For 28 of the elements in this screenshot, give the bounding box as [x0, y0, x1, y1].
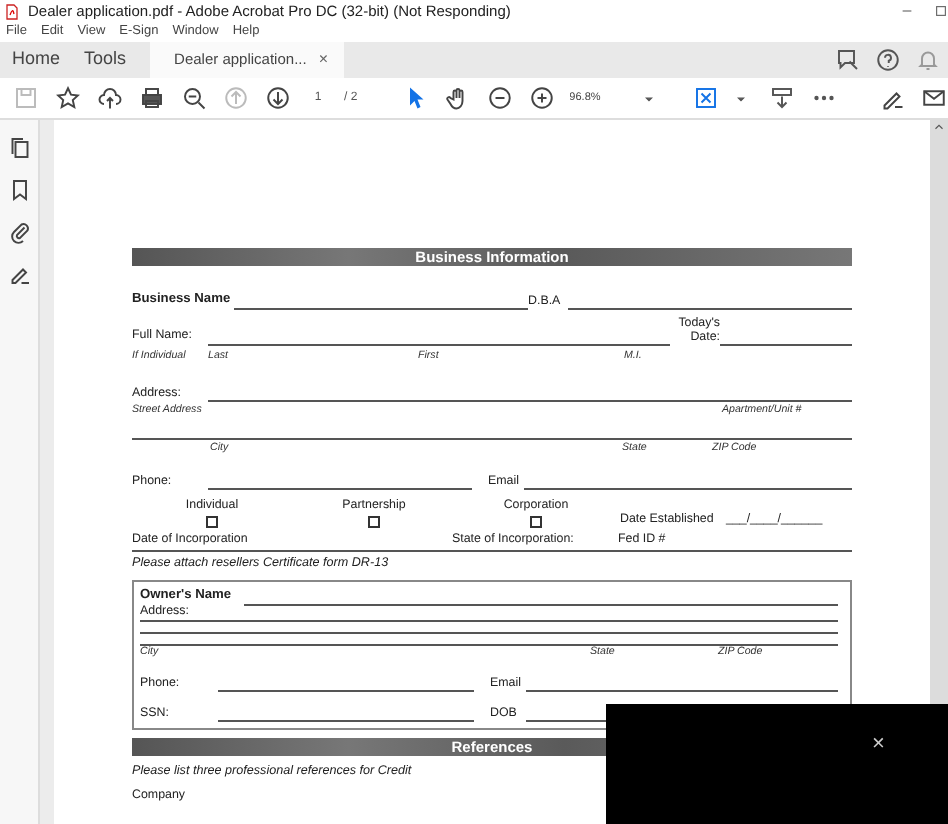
- close-tab-button[interactable]: ×: [318, 48, 328, 72]
- checkbox[interactable]: [530, 516, 542, 529]
- zoom-out-search-icon[interactable]: [181, 86, 205, 110]
- scroll-up-icon[interactable]: [932, 120, 946, 134]
- tab[interactable]: Home: [0, 42, 73, 78]
- cursor-icon[interactable]: [404, 86, 429, 110]
- zoom-out-icon[interactable]: [488, 86, 513, 110]
- print-icon[interactable]: [139, 86, 163, 110]
- bookmark-icon[interactable]: [7, 178, 31, 202]
- arrow-down-circle-icon[interactable]: [265, 86, 289, 110]
- tab[interactable]: Tools: [72, 42, 139, 78]
- scroll-mode-icon[interactable]: [770, 86, 795, 110]
- close-button[interactable]: ×: [872, 734, 885, 756]
- checkbox[interactable]: [368, 516, 380, 529]
- caret-icon[interactable]: [733, 91, 748, 105]
- maximize-icon[interactable]: [934, 4, 948, 18]
- checkbox[interactable]: [206, 516, 218, 529]
- star-icon[interactable]: [55, 86, 79, 110]
- sign-pen-icon[interactable]: [879, 86, 903, 110]
- caret-icon[interactable]: [641, 91, 656, 105]
- pdf-file-icon: [4, 3, 20, 19]
- comment-icon[interactable]: [836, 48, 860, 72]
- paperclip-icon[interactable]: [7, 220, 31, 244]
- zoom-in-icon[interactable]: [530, 86, 555, 110]
- cloud-upload-icon[interactable]: [97, 86, 121, 110]
- mail-icon[interactable]: [921, 86, 945, 110]
- pages-icon[interactable]: [7, 136, 31, 160]
- help-icon[interactable]: [876, 48, 900, 72]
